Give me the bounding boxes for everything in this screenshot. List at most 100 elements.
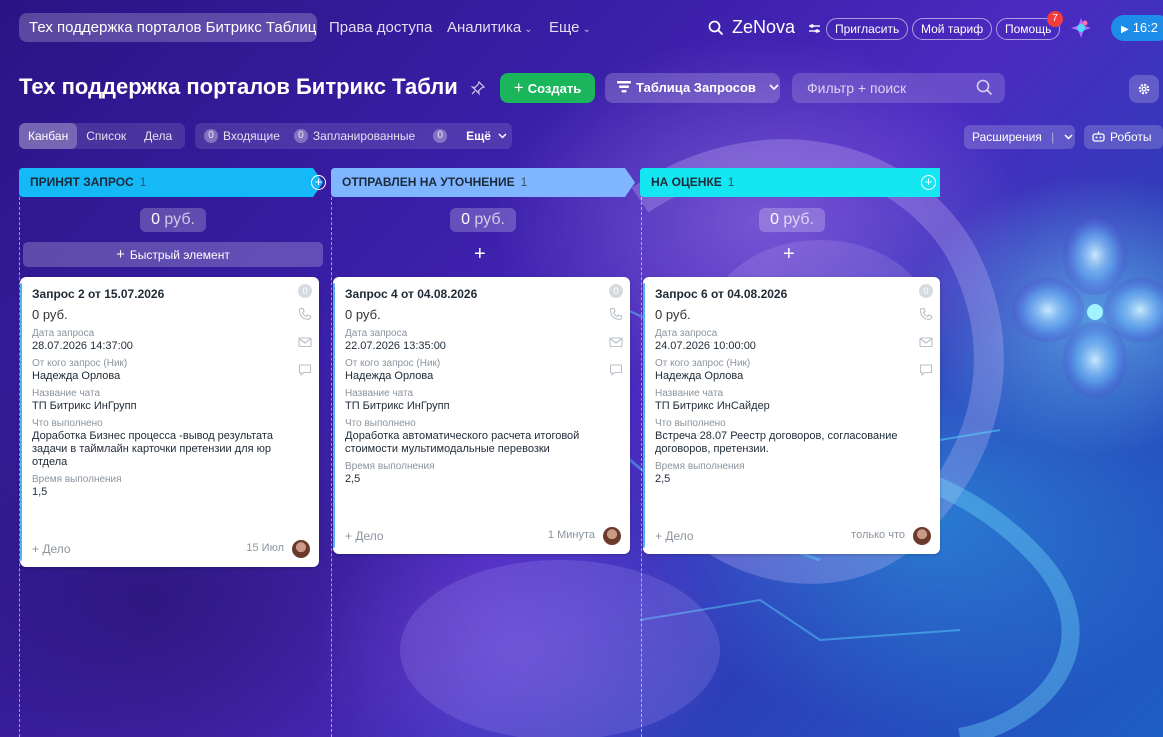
column-divider [331,197,332,737]
counter-number: 0 [433,129,448,143]
time-tracker-button[interactable]: ▶ 16:2 [1111,15,1163,41]
help-notification-badge: 7 [1047,11,1063,27]
chat-icon[interactable] [298,363,312,377]
field-value: 2,5 [345,473,361,485]
portal-logo[interactable]: ZeNova [708,17,795,38]
avatar[interactable] [292,540,310,558]
settings-sliders-icon[interactable] [808,22,821,35]
gear-icon [1138,83,1150,95]
card-fields: Дата запроса 22.07.2026 13:35:00 От кого… [345,328,610,486]
add-activity-link[interactable]: + Дело [32,542,71,556]
sum-value: 0 [770,211,779,228]
my-tariff-button[interactable]: Мой тариф [912,18,993,40]
column-title: Отправлен на уточнение [342,175,515,189]
plus-icon: + [116,246,125,263]
robot-icon [1092,131,1105,142]
logo-text: ZeNova [732,17,796,37]
view-activities[interactable]: Дела [135,123,181,149]
field-label: Время выполнения [345,461,435,472]
card-actions: 0 [919,284,933,382]
field-label: От кого запрос (Ник) [345,358,441,369]
pin-icon[interactable] [470,80,486,96]
chevron-down-icon [498,133,507,139]
phone-icon[interactable] [298,307,312,321]
card-title[interactable]: Запрос 4 от 04.08.2026 [345,287,477,301]
avatar[interactable] [913,527,931,545]
column-add-icon[interactable]: + [311,175,326,190]
nav-access-rights[interactable]: Права доступа [329,13,432,42]
column-header-clarification[interactable]: Отправлен на уточнение 1 [331,168,621,197]
kanban-card[interactable]: Запрос 2 от 15.07.2026 0 руб. 0 Дата зап… [20,277,319,567]
counter-label: Входящие [223,129,280,143]
column-title: Принят запрос [30,175,134,189]
column-add-icon[interactable]: + [921,175,936,190]
column-divider [641,197,642,737]
chat-icon[interactable] [919,363,933,377]
mail-icon[interactable] [609,335,623,349]
field-value: Доработка Бизнес процесса -вывод результ… [32,430,273,468]
field-value: 2,5 [655,473,671,485]
card-counter: 0 [609,284,623,298]
counter-incoming[interactable]: 0 Входящие [195,129,280,143]
tab-current-section[interactable]: Тех поддержка порталов Битрикс Таблиц... [19,13,317,42]
field-label: Дата запроса [345,328,408,339]
chevron-down-icon [1064,134,1073,140]
phone-icon[interactable] [919,307,933,321]
column-header-accepted[interactable]: Принят запрос 1 [19,168,309,197]
robots-label: Роботы [1110,130,1152,144]
field-value: Доработка автоматического расчета итогов… [345,430,580,455]
filter-search-input[interactable]: Фильтр + поиск [792,73,1005,103]
extensions-button[interactable]: Расширения | [964,125,1075,149]
add-item-icon[interactable]: + [474,243,486,265]
field-value: 1,5 [32,486,48,498]
copilot-star-icon[interactable] [1070,17,1092,39]
counters-more-dropdown[interactable]: Ещё [466,129,507,143]
field-label: Что выполнено [32,418,103,429]
invite-button[interactable]: Пригласить [826,18,909,40]
search-icon[interactable] [976,79,993,96]
column-header-evaluation[interactable]: На оценке 1 [640,168,910,197]
sum-value: 0 [461,211,470,228]
table-selector-dropdown[interactable]: Таблица Запросов [605,73,780,103]
mail-icon[interactable] [298,335,312,349]
chat-icon[interactable] [609,363,623,377]
card-title[interactable]: Запрос 2 от 15.07.2026 [32,287,164,301]
quick-add-button[interactable]: + Быстрый элемент [23,242,323,267]
settings-button[interactable] [1129,75,1159,103]
column-title: На оценке [651,175,722,189]
mail-icon[interactable] [919,335,933,349]
counter-other[interactable]: 0 [415,129,452,143]
field-label: Что выполнено [345,418,416,429]
card-title[interactable]: Запрос 6 от 04.08.2026 [655,287,787,301]
field-value: Надежда Орлова [655,370,744,382]
kanban-card[interactable]: Запрос 6 от 04.08.2026 0 руб. 0 Дата зап… [643,277,940,554]
card-time: 15 Июл [246,542,284,554]
view-list[interactable]: Список [77,123,135,149]
card-sum: 0 руб. [655,307,691,322]
plus-icon: + [513,78,524,97]
card-counter: 0 [919,284,933,298]
sum-value: 0 [151,211,160,228]
add-activity-link[interactable]: + Дело [655,529,694,543]
card-footer: + Дело 15 Июл [32,540,310,558]
search-icon[interactable] [708,20,724,36]
view-kanban[interactable]: Канбан [19,123,78,149]
robots-button[interactable]: Роботы [1084,125,1163,149]
kanban-card[interactable]: Запрос 4 от 04.08.2026 0 руб. 0 Дата зап… [333,277,630,554]
extensions-label: Расширения [972,130,1042,144]
create-label: Создать [527,81,582,96]
add-activity-link[interactable]: + Дело [345,529,384,543]
add-item-icon[interactable]: + [783,243,795,265]
create-button[interactable]: + Создать [500,73,595,103]
counter-planned[interactable]: 0 Запланированные [280,129,415,143]
counters-bar: 0 Входящие 0 Запланированные 0 Ещё [195,123,512,149]
nav-more[interactable]: Еще ⌄ [549,13,591,42]
phone-icon[interactable] [609,307,623,321]
page-title: Тех поддержка порталов Битрикс Табли... [19,74,459,99]
avatar[interactable] [603,527,621,545]
nav-analytics[interactable]: Аналитика ⌄ [447,13,533,42]
table-selector-label: Таблица Запросов [636,80,756,95]
more-label: Ещё [466,129,491,143]
column-sum: 0 руб. [140,208,206,232]
counter-number: 0 [204,129,218,143]
